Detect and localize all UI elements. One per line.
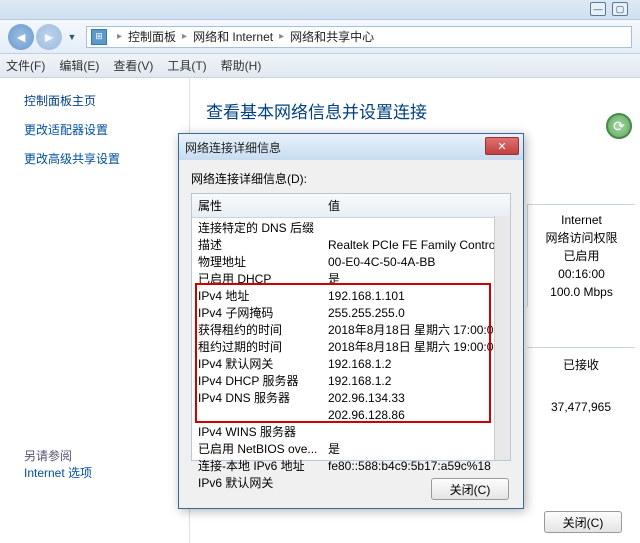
property-value: 192.168.1.2 bbox=[328, 373, 504, 390]
property-value: 202.96.128.86 bbox=[328, 407, 504, 424]
property-row[interactable]: IPv4 DNS 服务器202.96.134.33 bbox=[192, 390, 510, 407]
property-key bbox=[198, 407, 328, 424]
status-time: 00:16:00 bbox=[530, 265, 633, 283]
menu-bar: 文件(F) 编辑(E) 查看(V) 工具(T) 帮助(H) bbox=[0, 54, 640, 78]
property-value: 是 bbox=[328, 271, 504, 288]
property-row[interactable]: IPv4 子网掩码255.255.255.0 bbox=[192, 305, 510, 322]
dialog-label: 网络连接详细信息(D): bbox=[191, 170, 511, 187]
status-enabled: 已启用 bbox=[530, 247, 633, 265]
property-key: IPv4 默认网关 bbox=[198, 356, 328, 373]
property-key: IPv4 DNS 服务器 bbox=[198, 390, 328, 407]
status-speed: 100.0 Mbps bbox=[530, 283, 633, 301]
property-key: IPv4 WINS 服务器 bbox=[198, 424, 328, 441]
property-key: 描述 bbox=[198, 237, 328, 254]
property-value: Realtek PCIe FE Family Control bbox=[328, 237, 504, 254]
close-button[interactable]: 关闭(C) bbox=[431, 478, 509, 500]
menu-view[interactable]: 查看(V) bbox=[113, 57, 153, 74]
scrollbar[interactable] bbox=[494, 216, 510, 460]
property-row[interactable]: IPv4 默认网关192.168.1.2 bbox=[192, 356, 510, 373]
sidebar-see-also: 另请参阅 bbox=[24, 447, 189, 464]
property-value: 2018年8月18日 星期六 19:00:08 bbox=[328, 339, 504, 356]
crumb-network-sharing[interactable]: 网络和共享中心 bbox=[290, 28, 374, 45]
property-row[interactable]: 已启用 DHCP是 bbox=[192, 271, 510, 288]
property-value bbox=[328, 424, 504, 441]
property-value: 202.96.134.33 bbox=[328, 390, 504, 407]
property-key: IPv4 DHCP 服务器 bbox=[198, 373, 328, 390]
property-list: 属性 值 连接特定的 DNS 后缀描述Realtek PCIe FE Famil… bbox=[191, 193, 511, 461]
breadcrumb[interactable]: ⊞ ▸ 控制面板 ▸ 网络和 Internet ▸ 网络和共享中心 bbox=[86, 26, 632, 48]
property-row[interactable]: IPv4 地址192.168.1.101 bbox=[192, 288, 510, 305]
menu-tools[interactable]: 工具(T) bbox=[167, 57, 206, 74]
window-titlebar: — ▢ bbox=[0, 0, 640, 20]
refresh-icon[interactable]: ⟳ bbox=[606, 113, 632, 139]
property-key: 获得租约的时间 bbox=[198, 322, 328, 339]
sidebar-internet-options[interactable]: Internet 选项 bbox=[24, 464, 189, 481]
menu-file[interactable]: 文件(F) bbox=[6, 57, 45, 74]
status-access: 网络访问权限 bbox=[530, 229, 633, 247]
property-row[interactable]: 连接特定的 DNS 后缀 bbox=[192, 220, 510, 237]
property-key: 连接特定的 DNS 后缀 bbox=[198, 220, 328, 237]
property-key: IPv4 地址 bbox=[198, 288, 328, 305]
status-panel: Internet 网络访问权限 已启用 00:16:00 100.0 Mbps … bbox=[527, 204, 635, 416]
property-value: 255.255.255.0 bbox=[328, 305, 504, 322]
property-value: 是 bbox=[328, 441, 504, 458]
col-value[interactable]: 值 bbox=[322, 194, 346, 217]
minimize-icon[interactable]: — bbox=[590, 2, 606, 16]
property-key: 已启用 NetBIOS ove... bbox=[198, 441, 328, 458]
property-key: 租约过期的时间 bbox=[198, 339, 328, 356]
property-row[interactable]: 202.96.128.86 bbox=[192, 407, 510, 424]
property-value: 2018年8月18日 星期六 17:00:08 bbox=[328, 322, 504, 339]
property-row[interactable]: 物理地址00-E0-4C-50-4A-BB bbox=[192, 254, 510, 271]
property-value: fe80::588:b4c9:5b17:a59c%18 bbox=[328, 458, 504, 475]
property-value: 192.168.1.101 bbox=[328, 288, 504, 305]
property-value: 00-E0-4C-50-4A-BB bbox=[328, 254, 504, 271]
sidebar-title[interactable]: 控制面板主页 bbox=[24, 92, 189, 109]
network-details-dialog: 网络连接详细信息 ✕ 网络连接详细信息(D): 属性 值 连接特定的 DNS 后… bbox=[178, 133, 524, 509]
menu-help[interactable]: 帮助(H) bbox=[221, 57, 262, 74]
property-row[interactable]: 获得租约的时间2018年8月18日 星期六 17:00:08 bbox=[192, 322, 510, 339]
property-value: 192.168.1.2 bbox=[328, 356, 504, 373]
history-dropdown-icon[interactable]: ▼ bbox=[66, 32, 78, 42]
status-internet: Internet bbox=[530, 211, 633, 229]
status-bytes: 37,477,965 bbox=[527, 398, 635, 416]
crumb-control-panel[interactable]: 控制面板 bbox=[128, 28, 176, 45]
col-property[interactable]: 属性 bbox=[192, 194, 322, 217]
property-key: IPv4 子网掩码 bbox=[198, 305, 328, 322]
chevron-right-icon: ▸ bbox=[279, 31, 284, 42]
chevron-right-icon: ▸ bbox=[117, 31, 122, 42]
property-row[interactable]: 已启用 NetBIOS ove...是 bbox=[192, 441, 510, 458]
close-icon[interactable]: ✕ bbox=[485, 137, 519, 155]
control-panel-icon: ⊞ bbox=[91, 29, 107, 45]
forward-button[interactable]: ► bbox=[36, 24, 62, 50]
sidebar: 控制面板主页 更改适配器设置 更改高级共享设置 另请参阅 Internet 选项 bbox=[0, 78, 190, 543]
dialog-titlebar[interactable]: 网络连接详细信息 ✕ bbox=[179, 134, 523, 160]
property-row[interactable]: 租约过期的时间2018年8月18日 星期六 19:00:08 bbox=[192, 339, 510, 356]
property-key: 连接-本地 IPv6 地址 bbox=[198, 458, 328, 475]
nav-bar: ◄ ► ▼ ⊞ ▸ 控制面板 ▸ 网络和 Internet ▸ 网络和共享中心 bbox=[0, 20, 640, 54]
property-key: IPv6 默认网关 bbox=[198, 475, 328, 492]
property-row[interactable]: IPv4 DHCP 服务器192.168.1.2 bbox=[192, 373, 510, 390]
chevron-right-icon: ▸ bbox=[182, 31, 187, 42]
status-received-label: 已接收 bbox=[527, 356, 635, 374]
property-key: 物理地址 bbox=[198, 254, 328, 271]
sidebar-advanced-sharing[interactable]: 更改高级共享设置 bbox=[24, 150, 189, 167]
property-row[interactable]: 连接-本地 IPv6 地址fe80::588:b4c9:5b17:a59c%18 bbox=[192, 458, 510, 475]
parent-close-button[interactable]: 关闭(C) bbox=[544, 511, 622, 533]
crumb-network-internet[interactable]: 网络和 Internet bbox=[193, 28, 273, 45]
property-row[interactable]: 描述Realtek PCIe FE Family Control bbox=[192, 237, 510, 254]
property-row[interactable]: IPv4 WINS 服务器 bbox=[192, 424, 510, 441]
property-key: 已启用 DHCP bbox=[198, 271, 328, 288]
property-value bbox=[328, 220, 504, 237]
back-button[interactable]: ◄ bbox=[8, 24, 34, 50]
page-title: 查看基本网络信息并设置连接 bbox=[206, 98, 624, 123]
dialog-title-text: 网络连接详细信息 bbox=[185, 139, 281, 156]
maximize-icon[interactable]: ▢ bbox=[612, 2, 628, 16]
menu-edit[interactable]: 编辑(E) bbox=[59, 57, 99, 74]
sidebar-adapter-settings[interactable]: 更改适配器设置 bbox=[24, 121, 189, 138]
